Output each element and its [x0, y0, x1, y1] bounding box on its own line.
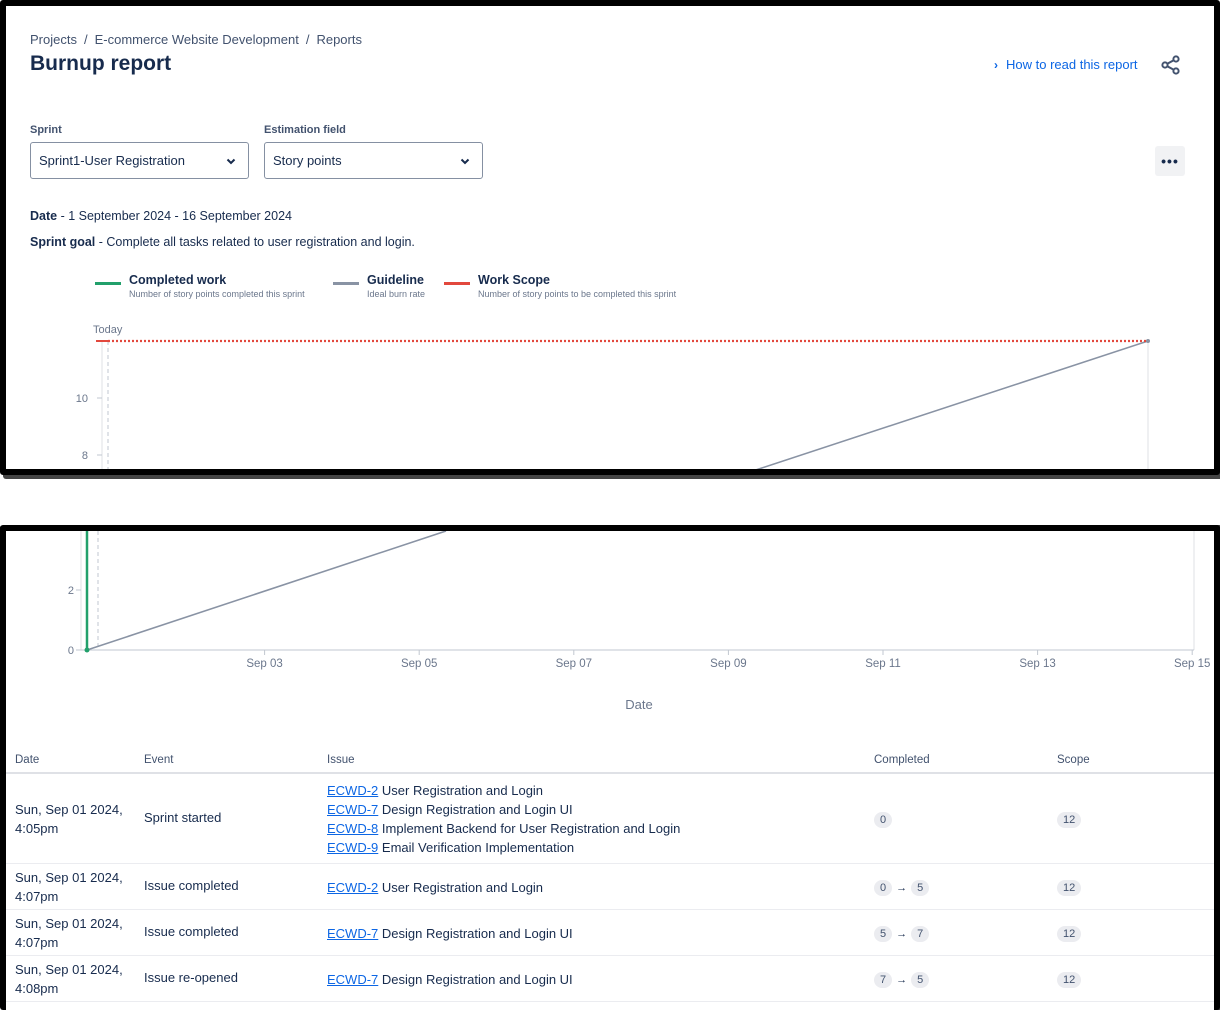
completed-from-badge: 7 [874, 972, 893, 988]
y-tick-label: 8 [82, 450, 88, 462]
cell-completed: 0 → 5 [874, 879, 930, 896]
cell-date-line: Sun, Sep 01 2024, [15, 870, 123, 885]
cell-issues: ECWD-2 User Registration and Login [327, 878, 543, 897]
issue-line: ECWD-8 Implement Backend for User Regist… [327, 819, 680, 838]
issue-key-link[interactable]: ECWD-8 [327, 821, 378, 836]
completed-from-badge: 5 [874, 926, 893, 942]
y-tick-label: 0 [68, 645, 74, 657]
issue-key-link[interactable]: ECWD-7 [327, 972, 378, 987]
completed-from-badge: 0 [874, 812, 893, 828]
issue-line: ECWD-9 Email Verification Implementation [327, 838, 680, 857]
event-table: Date Event Issue Completed Scope Sun, Se… [6, 744, 1214, 1002]
cell-date-line: Sun, Sep 01 2024, [15, 802, 123, 817]
cell-time-line: 4:05pm [15, 821, 59, 836]
cell-scope: 12 [1057, 879, 1082, 896]
today-label: Today [93, 324, 123, 336]
cell-scope: 12 [1057, 811, 1082, 828]
issue-line: ECWD-7 Design Registration and Login UI [327, 970, 573, 989]
column-header-issue: Issue [327, 754, 355, 766]
series-start-point [84, 647, 90, 653]
guideline-series [756, 340, 1149, 469]
scope-badge: 12 [1057, 972, 1082, 988]
scope-badge: 12 [1057, 926, 1082, 942]
issue-title: Email Verification Implementation [378, 840, 575, 855]
table-row: Sun, Sep 01 2024, 4:07pm Issue completed EC… [6, 864, 1214, 910]
issue-title: Design Registration and Login UI [378, 925, 573, 941]
table-row: Sun, Sep 01 2024, 4:05pm Sprint started ECW… [6, 774, 1214, 864]
issue-title: Implement Backend for User Registration … [378, 821, 681, 836]
series-end-point [1146, 339, 1150, 343]
cell-date: Sun, Sep 01 2024, 4:07pm [15, 868, 123, 906]
y-tick-label: 10 [76, 393, 88, 405]
cell-event: Issue completed [144, 878, 239, 893]
cell-time-line: 4:07pm [15, 889, 59, 904]
cell-scope: 12 [1057, 925, 1082, 942]
issue-key-link[interactable]: ECWD-9 [327, 840, 378, 855]
cell-issues: ECWD-7 Design Registration and Login UI [327, 924, 573, 943]
x-tick-label: Sep 09 [710, 658, 746, 670]
issue-line: ECWD-2 User Registration and Login [327, 878, 543, 897]
cell-time-line: 4:08pm [15, 981, 59, 996]
cell-event: Sprint started [144, 810, 222, 825]
report-header-panel: Projects / E-commerce Website Development /… [0, 0, 1220, 475]
issue-line: ECWD-7 Design Registration and Login UI [327, 800, 680, 819]
cell-event: Issue completed [144, 924, 239, 939]
completed-from-badge: 0 [874, 880, 893, 896]
guideline-series [86, 531, 447, 651]
x-tick-label: Sep 07 [556, 658, 592, 670]
cell-date-line: Sun, Sep 01 2024, [15, 962, 123, 977]
column-header-completed: Completed [874, 754, 930, 766]
issue-title: User Registration and Login [378, 783, 544, 798]
report-details-panel: 2 0 Sep 03 Sep 05 Sep 07 Sep 09 Sep 11 Sep 13 Se… [0, 525, 1220, 1010]
completed-to-badge: 5 [911, 880, 930, 896]
x-tick-label: Sep 15 [1174, 658, 1210, 670]
arrow-right-icon: → [896, 882, 908, 894]
column-header-scope: Scope [1057, 754, 1090, 766]
issue-key-link[interactable]: ECWD-2 [327, 880, 378, 895]
cell-completed: 5 → 7 [874, 925, 930, 942]
burnup-chart-top: Today 10 8 [76, 324, 1150, 469]
issue-title: User Registration and Login [378, 879, 544, 895]
scope-badge: 12 [1057, 812, 1082, 828]
completed-to-badge: 7 [911, 926, 930, 942]
y-tick-label: 2 [68, 585, 74, 597]
table-body: Sun, Sep 01 2024, 4:05pm Sprint started ECW… [6, 774, 1214, 1002]
cell-date-line: Sun, Sep 01 2024, [15, 916, 123, 931]
cell-date: Sun, Sep 01 2024, 4:05pm [15, 800, 123, 838]
cell-completed: 0 [874, 811, 893, 828]
arrow-right-icon: → [896, 974, 908, 986]
cell-scope: 12 [1057, 971, 1082, 988]
burnup-chart-bottom: 2 0 Sep 03 Sep 05 Sep 07 Sep 09 Sep 11 Sep 13 Se… [68, 531, 1210, 712]
column-header-event: Event [144, 754, 174, 766]
x-tick-label: Sep 05 [401, 658, 437, 670]
table-row: Sun, Sep 01 2024, 4:08pm Issue re-opened EC… [6, 956, 1214, 1002]
cell-event: Issue re-opened [144, 970, 238, 985]
cell-issues: ECWD-7 Design Registration and Login UI [327, 970, 573, 989]
table-header: Date Event Issue Completed Scope [6, 744, 1214, 774]
cell-issues: ECWD-2 User Registration and Login ECWD-7… [327, 781, 680, 857]
completed-to-badge: 5 [911, 972, 930, 988]
cell-completed: 7 → 5 [874, 971, 930, 988]
table-row: Sun, Sep 01 2024, 4:07pm Issue completed EC… [6, 910, 1214, 956]
column-header-date: Date [15, 754, 40, 766]
issue-line: ECWD-7 Design Registration and Login UI [327, 924, 573, 943]
cell-date: Sun, Sep 01 2024, 4:08pm [15, 960, 123, 998]
issue-title: Design Registration and Login UI [378, 802, 573, 817]
x-axis-title: Date [625, 697, 652, 712]
cell-date: Sun, Sep 01 2024, 4:07pm [15, 914, 123, 952]
issue-key-link[interactable]: ECWD-7 [327, 802, 378, 817]
scope-badge: 12 [1057, 880, 1082, 896]
issue-key-link[interactable]: ECWD-2 [327, 783, 378, 798]
x-tick-label: Sep 03 [246, 658, 282, 670]
issue-line: ECWD-2 User Registration and Login [327, 781, 680, 800]
issue-title: Design Registration and Login UI [378, 971, 573, 987]
cell-time-line: 4:07pm [15, 935, 59, 950]
arrow-right-icon: → [896, 928, 908, 940]
x-tick-label: Sep 11 [865, 658, 901, 670]
issue-key-link[interactable]: ECWD-7 [327, 926, 378, 941]
x-tick-label: Sep 13 [1019, 658, 1055, 670]
